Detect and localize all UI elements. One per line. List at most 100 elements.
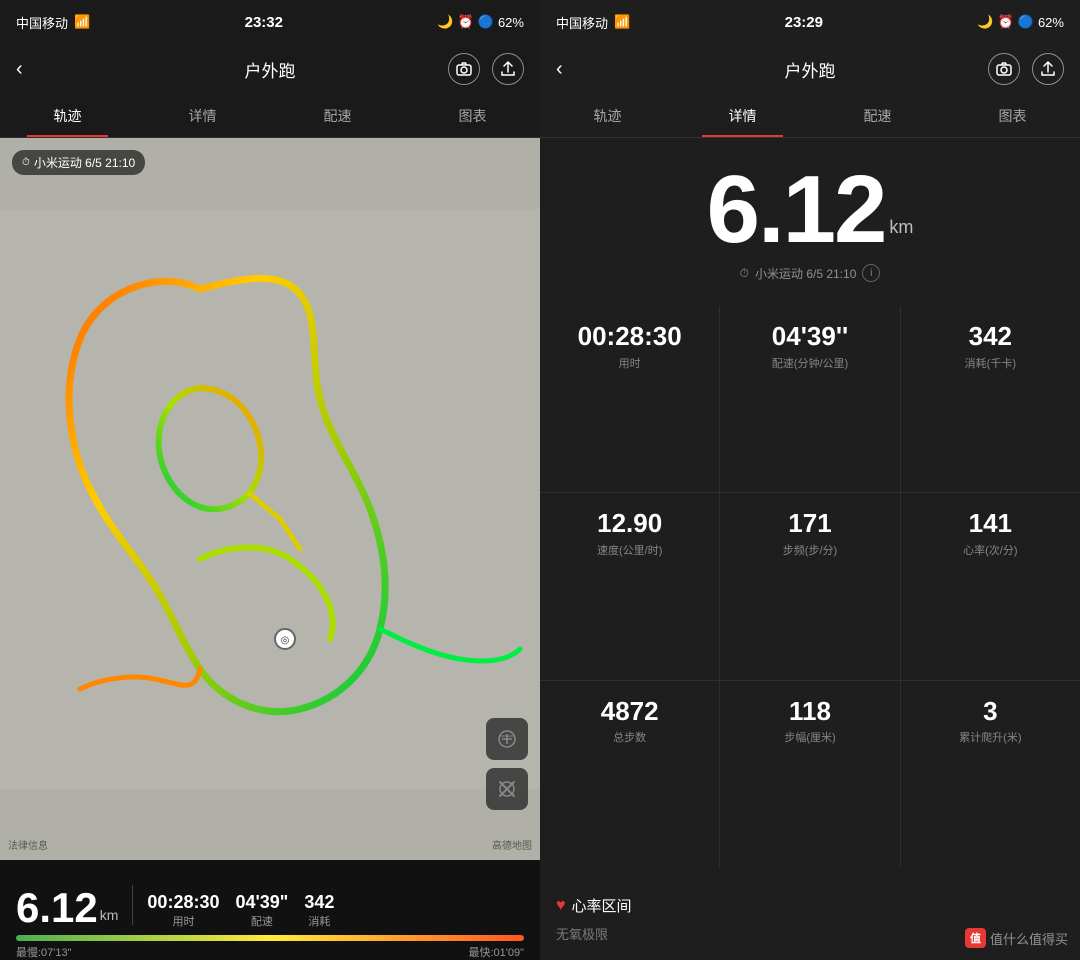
right-carrier: 中国移动 [556,13,608,32]
stat-label-6: 总步数 [613,729,646,745]
bottom-stat-pace: 04'39" 配速 [235,892,288,929]
map-timestamp: ⏱ 小米运动 6/5 21:10 [12,150,145,175]
stat-cell-1: 04'39'' 配速(分钟/公里) [720,306,899,492]
stat-value-0: 00:28:30 [578,322,682,351]
right-alarm-icon: ⏰ [998,14,1014,30]
stat-value-6: 4872 [601,697,659,726]
info-icon[interactable]: i [862,264,880,282]
left-title: 户外跑 [245,57,296,82]
right-back-button[interactable]: ‹ [556,58,563,81]
stat-cell-6: 4872 总步数 [540,681,719,867]
stat-label-2: 消耗(千卡) [965,355,1016,371]
right-moon-icon: 🌙 [977,14,993,30]
stat-value-3: 12.90 [597,509,662,538]
big-distance-row: 6.12 km [707,162,914,258]
bottom-pace-value: 04'39" [235,892,288,913]
stat-value-5: 141 [969,509,1012,538]
right-tab-track[interactable]: 轨迹 [540,94,675,137]
left-carrier: 中国移动 [16,13,68,32]
pace-gradient-bar [16,935,524,941]
right-bluetooth-icon: 🔵 [1018,14,1034,30]
map-toggle-2[interactable] [486,768,528,810]
stat-label-1: 配速(分钟/公里) [772,355,848,371]
stat-cell-5: 141 心率(次/分) [901,493,1080,679]
left-battery: 62% [498,15,524,30]
stat-label-3: 速度(公里/时) [597,542,662,558]
stat-value-2: 342 [969,322,1012,351]
left-alarm-icon: ⏰ [458,14,474,30]
source-text: 小米运动 6/5 21:10 [755,265,856,282]
right-share-button[interactable] [1032,53,1064,85]
stat-cell-0: 00:28:30 用时 [540,306,719,492]
left-status-left: 中国移动 📶 [16,13,90,32]
heart-icon: ♥ [556,897,566,915]
left-tabs: 轨迹 详情 配速 图表 [0,94,540,138]
right-header-icons [988,53,1064,85]
stat-cell-3: 12.90 速度(公里/时) [540,493,719,679]
left-moon-icon: 🌙 [437,14,453,30]
right-status-left: 中国移动 📶 [556,13,630,32]
stats-grid: 00:28:30 用时 04'39'' 配速(分钟/公里) 342 消耗(千卡)… [540,306,1080,867]
left-header: ‹ 户外跑 [0,44,540,94]
stat-cell-7: 118 步幅(厘米) [720,681,899,867]
big-distance-section: 6.12 km ⏱ 小米运动 6/5 21:10 i [540,138,1080,294]
left-wifi-icon: 📶 [74,14,90,30]
heart-title-text: 心率区间 [572,895,632,916]
right-tab-detail[interactable]: 详情 [675,94,810,137]
stat-cell-8: 3 累计爬升(米) [901,681,1080,867]
left-header-icons [448,53,524,85]
left-tab-track[interactable]: 轨迹 [0,94,135,137]
heart-subtitle: 无氧极限 [556,927,608,942]
right-battery: 62% [1038,15,1064,30]
left-back-button[interactable]: ‹ [16,58,23,81]
stat-label-8: 累计爬升(米) [959,729,1021,745]
pace-labels: 最慢:07'13" 最快:01'09" [16,944,524,960]
left-camera-button[interactable] [448,53,480,85]
right-panel: 中国移动 📶 23:29 🌙 ⏰ 🔵 62% ‹ 户外跑 轨迹 详情 [540,0,1080,960]
bottom-calorie-value: 342 [304,892,334,913]
left-status-right: 🌙 ⏰ 🔵 62% [437,14,524,30]
app-watermark: 值 值什么值得买 [965,928,1068,948]
map-legal: 法律信息 [8,837,48,852]
left-share-button[interactable] [492,53,524,85]
left-time: 23:32 [245,14,283,31]
fastest-pace: 最快:01'09" [468,944,524,960]
source-row: ⏱ 小米运动 6/5 21:10 i [740,264,881,282]
left-tab-detail[interactable]: 详情 [135,94,270,137]
slowest-pace: 最慢:07'13" [16,944,72,960]
bottom-distance-value: 6.12 [16,887,98,929]
stat-label-5: 心率(次/分) [963,542,1017,558]
map-area: ◎ ⏱ 小米运动 6/5 21:10 法律信息 高德地图 [0,138,540,860]
bottom-divider-1 [132,885,133,925]
bottom-stat-duration: 00:28:30 用时 [147,892,219,929]
right-tab-pace[interactable]: 配速 [810,94,945,137]
left-tab-chart[interactable]: 图表 [405,94,540,137]
big-distance-value: 6.12 [707,162,886,258]
stat-value-7: 118 [789,697,831,726]
bottom-pace-label: 配速 [251,913,273,929]
left-bottom-bar: 6.12 km 00:28:30 用时 04'39" 配速 342 消耗 最慢:… [0,860,540,960]
map-controls [486,718,528,810]
right-tab-chart[interactable]: 图表 [945,94,1080,137]
right-header: ‹ 户外跑 [540,44,1080,94]
bottom-calorie-label: 消耗 [308,913,330,929]
left-tab-pace[interactable]: 配速 [270,94,405,137]
watermark-icon: 值 [965,928,986,948]
left-panel: 中国移动 📶 23:32 🌙 ⏰ 🔵 62% ‹ 户外跑 轨迹 详情 [0,0,540,960]
bottom-duration-label: 用时 [172,913,194,929]
big-distance-unit: km [889,217,913,238]
heart-title-row: ♥ 心率区间 [556,895,1064,916]
map-brand: 高德地图 [492,837,532,852]
bottom-stat-calorie: 342 消耗 [304,892,334,929]
map-toggle-1[interactable] [486,718,528,760]
stat-cell-2: 342 消耗(千卡) [901,306,1080,492]
route-map: ◎ [0,138,540,860]
right-title: 户外跑 [785,57,836,82]
stat-label-0: 用时 [619,355,641,371]
left-status-bar: 中国移动 📶 23:32 🌙 ⏰ 🔵 62% [0,0,540,44]
stat-label-4: 步频(步/分) [783,542,837,558]
bottom-distance-unit: km [100,907,119,923]
stat-label-7: 步幅(厘米) [784,729,835,745]
right-camera-button[interactable] [988,53,1020,85]
left-bluetooth-icon: 🔵 [478,14,494,30]
